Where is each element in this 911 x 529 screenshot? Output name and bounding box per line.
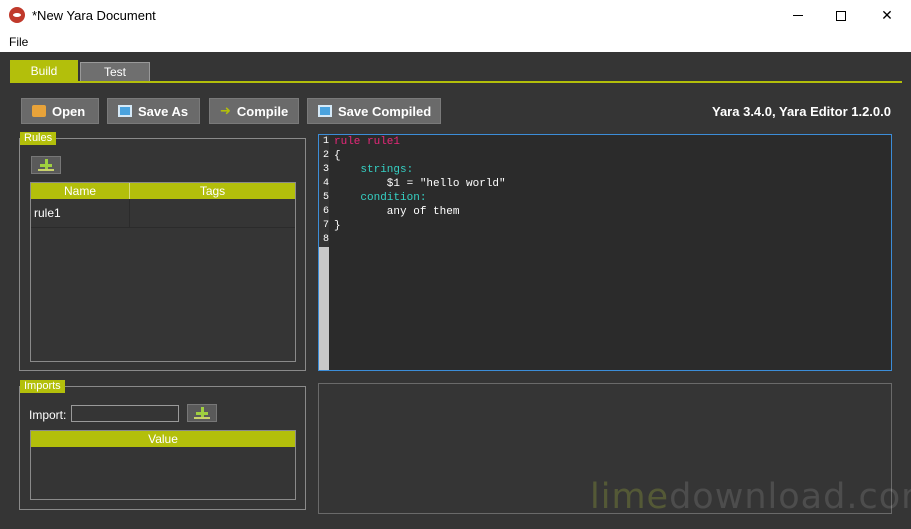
floppy-disk-icon (118, 105, 132, 117)
plus-icon (194, 407, 210, 419)
watermark-part1: lime (590, 477, 670, 517)
save-as-button[interactable]: Save As (107, 98, 200, 124)
rules-group-title: Rules (20, 132, 57, 145)
rules-table-header: Name Tags (31, 183, 295, 199)
rule-tags-cell[interactable] (130, 199, 295, 227)
yara-eye-icon (9, 7, 25, 23)
table-row[interactable]: rule1 (31, 199, 295, 228)
line-number: 6 (323, 206, 330, 217)
code-editor[interactable]: 1 2 3 4 5 6 7 8 rule rule1 { strings: $1… (318, 134, 892, 371)
imports-group: Imports Import: Value (19, 380, 306, 510)
line-number: 4 (323, 178, 330, 189)
rules-table: Name Tags rule1 (30, 182, 296, 362)
code-line: strings: (334, 164, 414, 176)
code-line: rule rule1 (334, 136, 401, 148)
plus-icon (38, 159, 54, 171)
code-line: any of them (334, 206, 460, 218)
code-line: condition: (334, 192, 427, 204)
minimize-button[interactable] (775, 0, 821, 31)
title-bar: *New Yara Document ✕ (0, 0, 911, 31)
line-number: 1 (323, 136, 330, 147)
column-header-value[interactable]: Value (31, 431, 295, 447)
maximize-icon (836, 10, 846, 21)
line-number: 3 (323, 164, 330, 175)
import-input[interactable] (71, 405, 179, 422)
save-as-label: Save As (138, 103, 189, 119)
line-number: 2 (323, 150, 330, 161)
version-label: Yara 3.4.0, Yara Editor 1.2.0.0 (712, 104, 891, 119)
code-line: { (334, 150, 341, 162)
line-number: 8 (323, 234, 330, 245)
rules-group: Rules Name Tags rule1 (19, 132, 306, 371)
menu-file[interactable]: File (9, 35, 28, 49)
arrow-icon: ➜ (220, 103, 231, 118)
imports-table: Value (30, 430, 296, 500)
main-area: Build Test Open Save As ➜ Compile Save C… (0, 52, 911, 529)
watermark-part2: download.com (669, 477, 911, 517)
tab-build[interactable]: Build (10, 60, 78, 82)
watermark: limedownload.com (590, 477, 911, 517)
compile-button[interactable]: ➜ Compile (209, 98, 299, 124)
folder-icon (32, 105, 46, 117)
floppy-disk-icon (318, 105, 332, 117)
close-icon: ✕ (881, 7, 893, 23)
save-compiled-button[interactable]: Save Compiled (307, 98, 441, 124)
minimize-icon (793, 15, 803, 16)
code-content[interactable]: rule rule1 { strings: $1 = "hello world"… (334, 135, 506, 247)
imports-group-title: Imports (20, 380, 65, 393)
menu-bar: File (0, 31, 911, 52)
tab-underline (10, 81, 902, 83)
line-numbers: 1 2 3 4 5 6 7 8 (319, 135, 329, 247)
window-title: *New Yara Document (32, 8, 156, 23)
open-label: Open (52, 103, 86, 119)
code-line: $1 = "hello world" (334, 178, 506, 190)
line-number: 5 (323, 192, 330, 203)
rule-name-cell[interactable]: rule1 (31, 199, 130, 227)
open-button[interactable]: Open (21, 98, 99, 124)
line-number: 7 (323, 220, 330, 231)
add-rule-button[interactable] (31, 156, 61, 174)
close-button[interactable]: ✕ (864, 0, 910, 31)
compile-label: Compile (236, 103, 289, 119)
import-label: Import: (29, 408, 67, 422)
column-header-tags[interactable]: Tags (130, 183, 295, 199)
tab-test[interactable]: Test (80, 62, 150, 82)
code-line: } (334, 220, 341, 232)
column-header-name[interactable]: Name (31, 183, 130, 199)
save-compiled-label: Save Compiled (338, 103, 432, 119)
maximize-button[interactable] (818, 0, 864, 31)
add-import-button[interactable] (187, 404, 217, 422)
